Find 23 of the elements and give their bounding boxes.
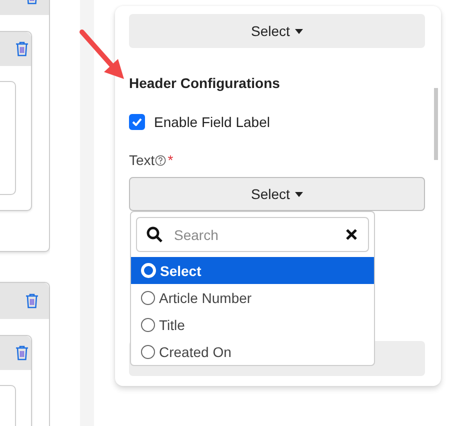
trash-icon[interactable]: [15, 345, 29, 361]
trash-icon[interactable]: [15, 41, 29, 57]
search-field[interactable]: Search: [136, 217, 369, 252]
section-heading: Header Configurations: [129, 75, 281, 91]
caret-icon: [294, 28, 303, 34]
arrow: [80, 30, 124, 79]
checkbox[interactable]: [129, 114, 145, 130]
scrollbar[interactable]: [434, 88, 438, 160]
caret-icon: [294, 192, 303, 196]
dropdown-option[interactable]: Title: [131, 311, 374, 338]
dropdown-option[interactable]: Created On: [131, 338, 374, 365]
close-icon[interactable]: [346, 229, 357, 240]
select-dropdown[interactable]: Select: [129, 177, 425, 211]
help-icon[interactable]: [154, 154, 166, 166]
search-icon: [146, 226, 163, 243]
trash-icon[interactable]: [25, 293, 39, 309]
dropdown-option[interactable]: Article Number: [131, 284, 374, 311]
field-label: Text: [129, 152, 155, 168]
select-dropdown[interactable]: Select: [129, 14, 425, 48]
required-mark: *: [168, 152, 174, 168]
checkbox-label: Enable Field Label: [154, 114, 270, 130]
check-icon: [132, 118, 142, 126]
dropdown-option[interactable]: Select: [131, 257, 374, 284]
